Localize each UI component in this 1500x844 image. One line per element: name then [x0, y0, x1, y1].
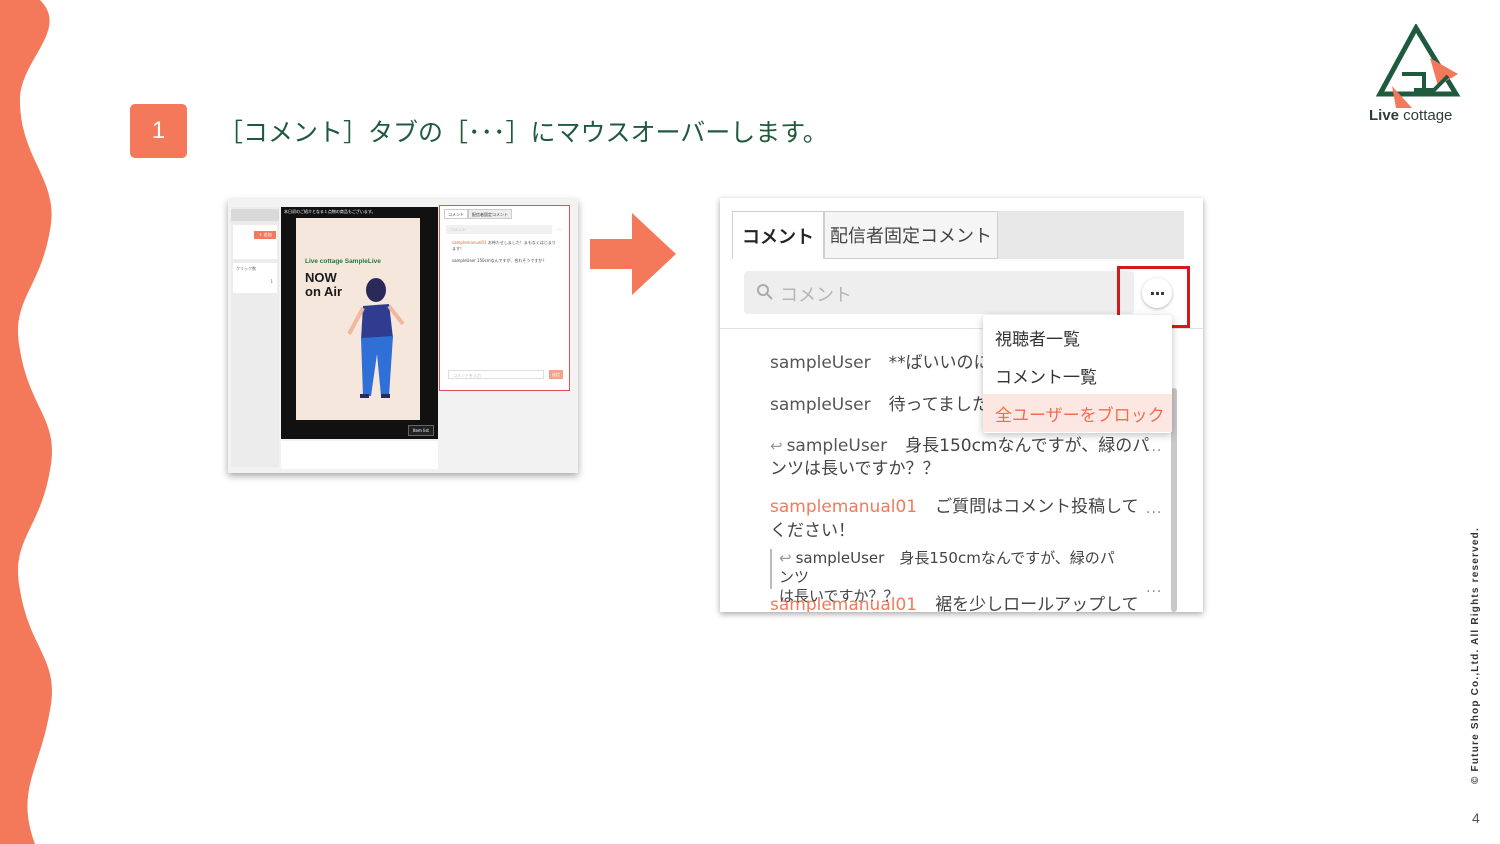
tab-pinned-comment[interactable]: 配信者固定コメント — [824, 211, 998, 259]
menu-item-comment-list[interactable]: コメント一覧 — [983, 356, 1172, 394]
reply-icon: ↩ — [770, 437, 783, 455]
comment-item: ↩ sampleUser 身長150cmなんですが、緑のパ — [770, 436, 1150, 456]
comment-tabs: コメント 配信者固定コメント — [444, 209, 512, 219]
comment-item: samplemanual01 ご質問はコメント投稿して — [770, 497, 1139, 517]
copyright: © Future Shop Co.,Ltd. All Rights reserv… — [1470, 527, 1481, 784]
logo-text: Live cottage — [1369, 107, 1453, 124]
menu-item-block-all-users[interactable]: 全ユーザーをブロック — [983, 394, 1172, 432]
comment-menu-icon[interactable]: ··· — [1146, 505, 1162, 521]
search-placeholder: コメント — [780, 285, 852, 306]
product-row — [281, 441, 438, 469]
menu-item-viewer-list[interactable]: 視聴者一覧 — [983, 318, 1172, 356]
step-title: ［コメント］タブの［･･･］にマウスオーバーします。 — [218, 118, 828, 147]
screenshot-detail: コメント 配信者固定コメント コメント ··· sampleUser **ばいいの… — [720, 198, 1203, 612]
video-notice: 本日初のご紹介となる１点物の商品もございます。 — [284, 209, 376, 214]
live-poster: Live cottage SampleLive NOW on Air — [296, 218, 420, 420]
comment-item: samplemanual01 お待たせしました！まもなくはじまります！ — [452, 240, 556, 251]
more-menu-dropdown: 視聴者一覧 コメント一覧 全ユーザーをブロック — [983, 315, 1172, 433]
click-count-value: 1 — [270, 279, 273, 284]
click-count-card: クリック数 1 — [233, 263, 277, 293]
tab-comment[interactable]: コメント — [444, 209, 468, 219]
comment-item: sampleUser 待ってました — [770, 395, 989, 415]
item-list-button[interactable]: Item list — [407, 425, 434, 436]
comment-panel-preview: コメント 配信者固定コメント コメント ··· samplemanual01 お… — [439, 205, 570, 391]
comment-item: samplemanual01 裾を少しロールアップして — [770, 595, 1139, 612]
page-number: 4 — [1472, 810, 1480, 826]
tab-comment[interactable]: コメント — [732, 211, 824, 259]
sidebar: ＋ 追加 クリック数 1 — [231, 207, 279, 467]
comment-input[interactable]: コメントを入力 — [448, 370, 544, 379]
woman-illustration — [347, 278, 405, 398]
add-button[interactable]: ＋ 追加 — [254, 231, 276, 239]
live-video: 本日初のご紹介となる１点物の商品もございます。 Live cottage Sam… — [281, 207, 438, 439]
comment-item-continued: ください！ — [770, 521, 855, 541]
comment-search-input[interactable]: コメント — [744, 271, 1134, 314]
reply-icon: ↩ — [779, 549, 792, 567]
comment-search[interactable]: コメント — [446, 225, 552, 234]
comment-item-continued: ンツは長いですか？？ — [770, 459, 940, 479]
wave-decoration — [0, 0, 53, 844]
menu-dots-icon[interactable]: ··· — [557, 227, 561, 232]
step-number-badge: 1 — [130, 104, 187, 158]
search-icon — [757, 284, 773, 300]
now-on-air: NOW on Air — [305, 270, 343, 299]
screenshot-overview: ＋ 追加 クリック数 1 本日初のご紹介となる１点物の商品もございます。 Liv… — [228, 199, 578, 473]
comment-item: sampleUser 150cmなんですが、合わそうですか？ — [452, 258, 547, 263]
tab-bar: コメント 配信者固定コメント — [732, 211, 1184, 259]
live-name: Live cottage SampleLive — [305, 258, 381, 265]
comment-menu-icon[interactable]: ··· — [1146, 443, 1162, 459]
click-count-label: クリック数 — [236, 266, 256, 271]
sidebar-header — [231, 209, 279, 221]
comment-menu-icon[interactable]: ··· — [1146, 584, 1162, 600]
tab-pinned-comment[interactable]: 配信者固定コメント — [468, 209, 512, 219]
arrow-right-icon — [590, 213, 676, 295]
comment-item: sampleUser **ばいいのに — [770, 353, 991, 373]
reply-quote: ↩ sampleUser 身長150cmなんですが、緑のパンツ は長いですか？？ — [770, 549, 1125, 605]
send-button[interactable]: 送信 — [549, 370, 563, 379]
sidebar-card: ＋ 追加 — [233, 225, 277, 259]
